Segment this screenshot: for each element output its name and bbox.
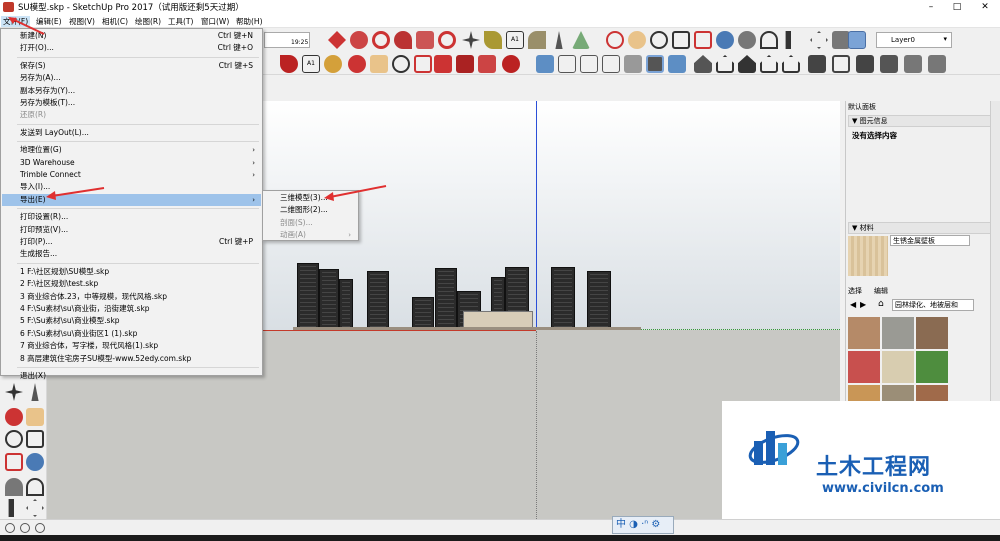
annotation-arrowhead: [324, 192, 334, 201]
annotation-layer: [8, 17, 387, 201]
annotation-arrow: [51, 187, 105, 197]
annotation-arrowhead: [46, 191, 56, 200]
annotation-arrow: [329, 185, 387, 198]
